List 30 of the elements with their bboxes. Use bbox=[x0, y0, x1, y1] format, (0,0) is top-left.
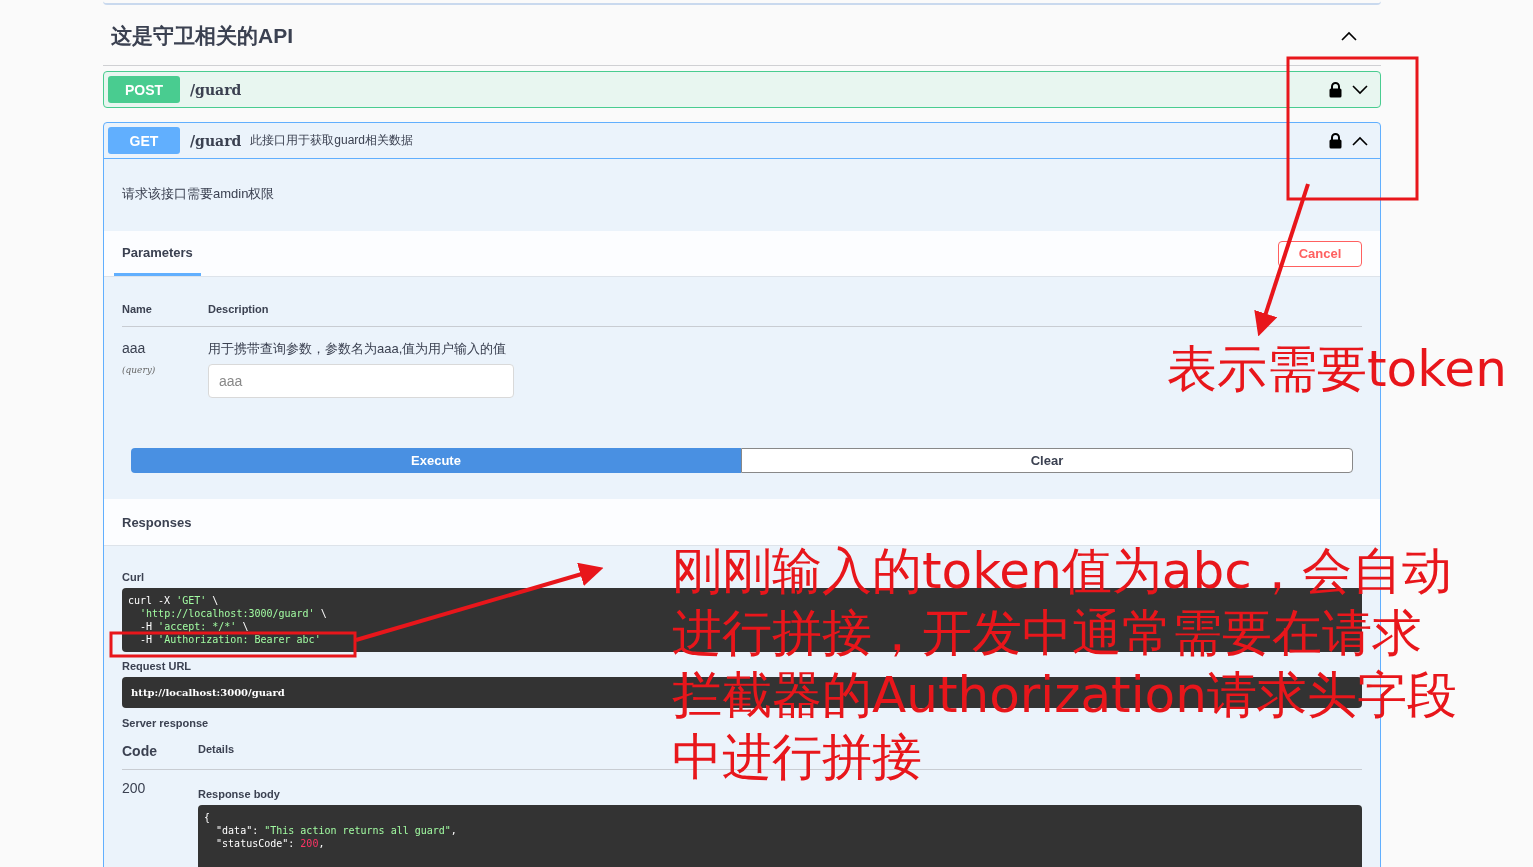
endpoint-path[interactable]: /guard bbox=[190, 81, 242, 98]
parameter-location: (query) bbox=[122, 365, 157, 375]
parameters-tab[interactable]: Parameters bbox=[114, 231, 201, 276]
request-url-label: Request URL bbox=[122, 660, 193, 672]
section-title: 这是守卫相关的API bbox=[111, 23, 293, 49]
lock-icon[interactable] bbox=[1329, 81, 1342, 98]
response-code: 200 bbox=[122, 780, 147, 798]
clear-button[interactable]: Clear bbox=[741, 448, 1353, 473]
column-header: Code bbox=[122, 743, 158, 759]
column-header: Description bbox=[208, 303, 270, 315]
chevron-up-icon[interactable] bbox=[1341, 31, 1357, 41]
curl-label: Curl bbox=[122, 571, 145, 583]
parameter-input[interactable]: aaa bbox=[208, 364, 514, 398]
lock-icon[interactable] bbox=[1329, 132, 1342, 149]
chevron-up-icon[interactable] bbox=[1352, 135, 1368, 146]
server-response-label: Server response bbox=[122, 717, 210, 729]
section-header[interactable]: 这是守卫相关的API bbox=[103, 7, 1381, 66]
endpoint-path[interactable]: /guard bbox=[190, 132, 242, 149]
endpoint-summary: 此接口用于获取guard相关数据 bbox=[250, 132, 414, 149]
column-header: Details bbox=[198, 743, 236, 757]
parameter-description: 用于携带查询参数，参数名为aaa,值为用户输入的值 bbox=[208, 341, 507, 356]
operation-description: 请求该接口需要amdin权限 bbox=[122, 186, 275, 201]
responses-title: Responses bbox=[122, 514, 192, 530]
response-body-code: { "data": "This action returns all guard", "statusCode": 200, bbox=[198, 805, 1362, 867]
method-badge: GET bbox=[108, 127, 180, 154]
response-body-label: Response body bbox=[198, 788, 281, 800]
column-header: Name bbox=[122, 303, 153, 315]
parameter-name: aaa bbox=[122, 340, 146, 356]
chevron-down-icon[interactable] bbox=[1352, 84, 1368, 95]
method-badge: POST bbox=[108, 76, 180, 103]
